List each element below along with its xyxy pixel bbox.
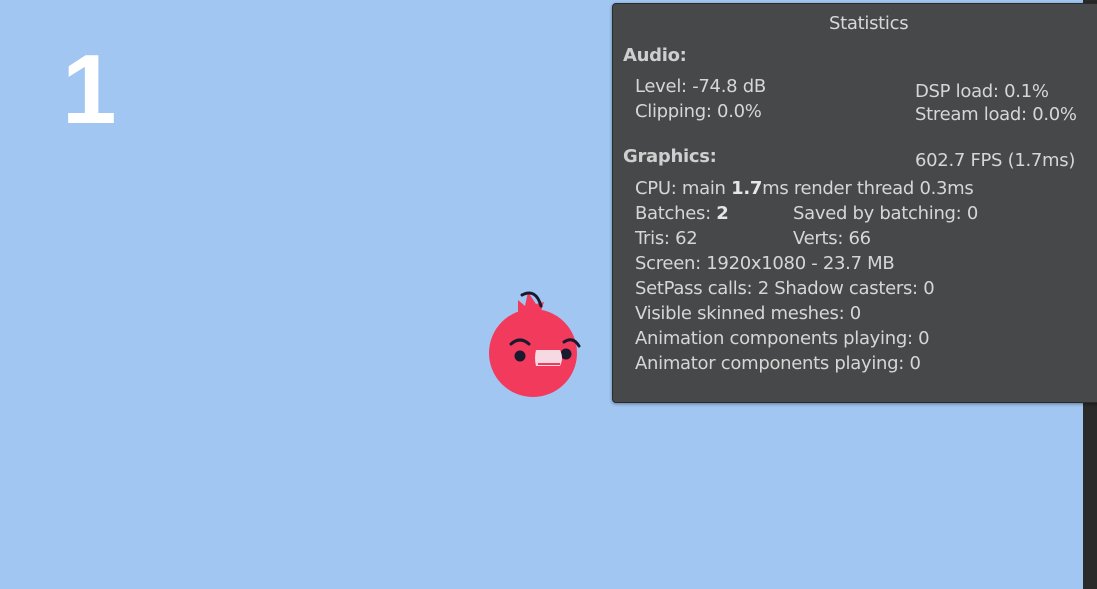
audio-header: Audio: <box>623 45 687 66</box>
cpu-main-value: 1.7 <box>731 178 763 199</box>
graphics-batches: Batches: 2 <box>635 205 729 223</box>
batches-prefix: Batches: <box>635 203 717 224</box>
batches-value: 2 <box>716 203 729 224</box>
graphics-setpass: SetPass calls: 2 Shadow casters: 0 <box>635 278 935 299</box>
game-viewport: 1 Statistics Audio: Level: -74.8 dB Clip… <box>0 0 1097 589</box>
graphics-screen: Screen: 1920x1080 - 23.7 MB <box>635 253 895 274</box>
graphics-saved-by-batching: Saved by batching: 0 <box>793 203 979 224</box>
audio-dsp-load: DSP load: 0.1% <box>915 81 1049 102</box>
graphics-verts: Verts: 66 <box>793 228 871 249</box>
graphics-animation-components: Animation components playing: 0 <box>635 328 930 349</box>
stats-title: Statistics <box>829 13 909 34</box>
score-counter: 1 <box>62 34 117 144</box>
cpu-prefix: CPU: main <box>635 178 732 199</box>
statistics-panel: Statistics Audio: Level: -74.8 dB Clippi… <box>612 3 1097 403</box>
bird-character <box>489 291 581 397</box>
audio-clipping: Clipping: 0.0% <box>635 101 762 122</box>
bird-eye-left <box>514 350 526 362</box>
bird-eye-right <box>560 348 572 360</box>
graphics-header: Graphics: <box>623 146 717 167</box>
graphics-tris: Tris: 62 <box>635 228 698 249</box>
audio-stream-load: Stream load: 0.0% <box>915 104 1077 125</box>
graphics-fps: 602.7 FPS (1.7ms) <box>915 150 1076 171</box>
graphics-skinned-meshes: Visible skinned meshes: 0 <box>635 303 861 324</box>
audio-level: Level: -74.8 dB <box>635 76 766 97</box>
cpu-suffix: ms render thread 0.3ms <box>762 178 974 199</box>
graphics-animator-components: Animator components playing: 0 <box>635 353 921 374</box>
graphics-cpu: CPU: main 1.7ms render thread 0.3ms <box>635 180 974 198</box>
